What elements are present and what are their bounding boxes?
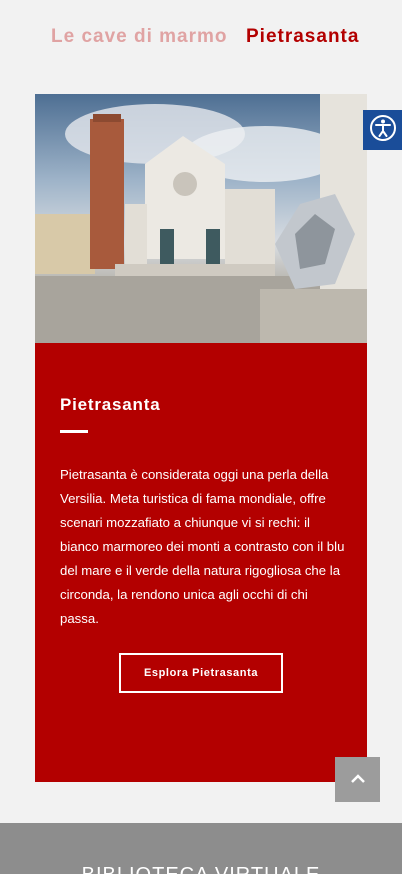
cathedral-photo [35,94,367,343]
footer-band: BIBLIOTECA VIRTUALE [0,823,402,874]
card-body: Pietrasanta Pietrasanta è considerata og… [35,343,367,782]
card-description: Pietrasanta è considerata oggi una perla… [60,467,345,626]
card-title: Pietrasanta [60,395,161,414]
footer-title: BIBLIOTECA VIRTUALE [0,864,402,874]
accessibility-icon [369,114,397,147]
tab-pietrasanta[interactable]: Pietrasanta [246,26,359,48]
chevron-up-icon [350,771,366,789]
explore-pietrasanta-button[interactable]: Esplora Pietrasanta [119,653,283,693]
tab-cave-di-marmo[interactable]: Le cave di marmo [51,26,228,48]
pietrasanta-card: Pietrasanta Pietrasanta è considerata og… [35,94,367,782]
section-tabs: Le cave di marmo Pietrasanta [0,0,402,80]
title-divider [60,430,88,433]
back-to-top-button[interactable] [335,757,380,802]
accessibility-button[interactable] [363,110,402,150]
